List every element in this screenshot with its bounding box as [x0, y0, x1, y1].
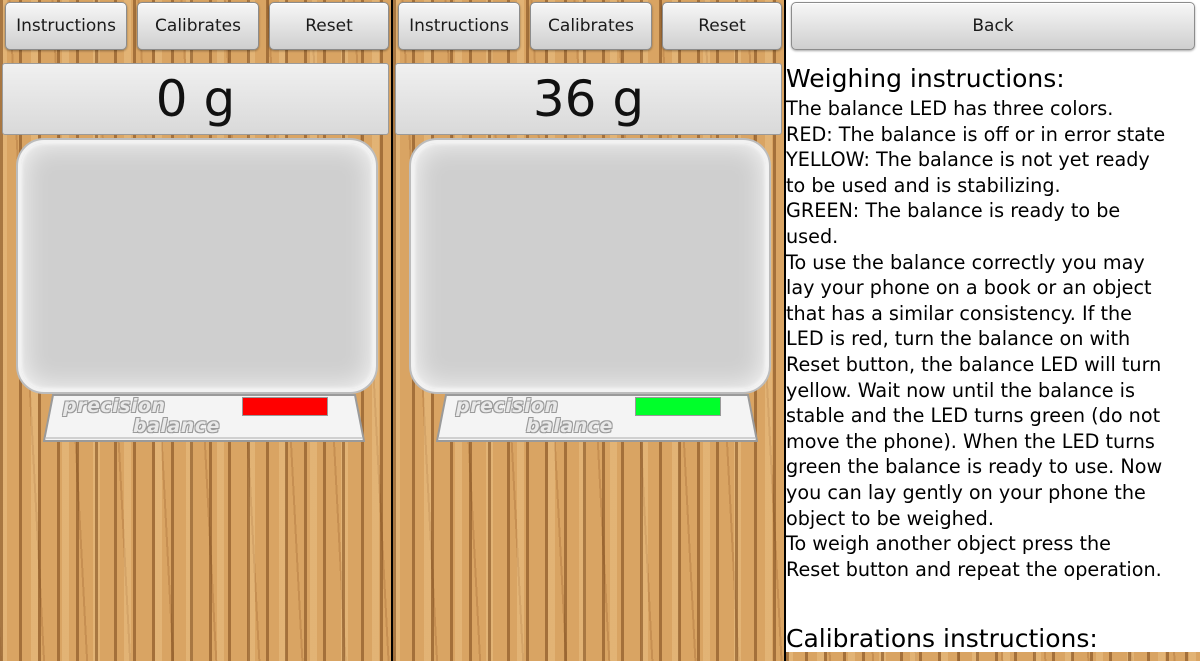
calibrates-button[interactable]: Calibrates	[530, 2, 652, 50]
instruction-line: The balance LED has three colors.	[786, 97, 1114, 120]
back-button[interactable]: Back	[791, 2, 1195, 50]
scale-screen-weighing: Instructions Calibrates Reset 36 g preci…	[393, 0, 784, 661]
status-led	[635, 397, 721, 416]
brand-text-line2: balance	[133, 415, 220, 437]
instruction-line: to be used and is stabilizing.	[786, 173, 1061, 197]
instructions-screen: Back Weighing instructions: The balance …	[786, 0, 1200, 661]
instruction-line: RED: The balance is off or in error stat…	[786, 122, 1166, 146]
brand-text-line1: precision	[456, 395, 559, 417]
instruction-line: GREEN: The balance is ready to be	[786, 199, 1121, 223]
instructions-button[interactable]: Instructions	[5, 2, 127, 50]
instruction-line: LED is red, turn the balance on with	[786, 327, 1131, 351]
reset-button[interactable]: Reset	[269, 2, 389, 50]
brand-text-line1: precision	[63, 395, 166, 417]
weighing-plate	[18, 140, 376, 392]
instruction-line: stable and the LED turns green (do not	[786, 404, 1161, 428]
instruction-line: used.	[786, 224, 839, 248]
weight-display: 0 g	[2, 63, 389, 135]
weighing-plate	[411, 140, 769, 392]
instruction-line: object to be weighed.	[786, 506, 994, 530]
instruction-line: green the balance is ready to use. Now	[786, 455, 1163, 479]
instructions-body: The balance LED has three colors. RED: Th…	[786, 96, 1200, 582]
weighing-instructions: Weighing instructions: The balance LED h…	[786, 62, 1200, 582]
instruction-line: that has a similar consistency. If the	[786, 301, 1132, 325]
scale-base: precision balance	[43, 394, 365, 442]
instruction-line: lay your phone on a book or an object	[786, 276, 1152, 300]
scale-base: precision balance	[436, 394, 758, 442]
calibration-heading: Calibrations instructions:	[786, 624, 1098, 653]
instruction-line: you can lay gently on your phone the	[786, 480, 1146, 504]
instruction-line: Reset button, the balance LED will turn	[786, 352, 1162, 376]
instruction-line: To use the balance correctly you may	[786, 250, 1145, 274]
instruction-line: move the phone). When the LED turns	[786, 429, 1155, 453]
calibrates-button[interactable]: Calibrates	[137, 2, 259, 50]
instruction-line: YELLOW: The balance is not yet ready	[786, 148, 1150, 172]
weight-value: 36 g	[532, 70, 645, 128]
reset-button[interactable]: Reset	[662, 2, 782, 50]
weight-value: 0 g	[155, 70, 236, 128]
scale-screen-zero: Instructions Calibrates Reset 0 g precis…	[0, 0, 391, 661]
instructions-heading: Weighing instructions:	[786, 64, 1065, 93]
instructions-button[interactable]: Instructions	[398, 2, 520, 50]
status-led	[242, 397, 328, 416]
instruction-line: yellow. Wait now until the balance is	[786, 378, 1135, 402]
instruction-line: To weigh another object press the	[786, 532, 1111, 556]
wood-strip	[786, 652, 1200, 661]
weight-display: 36 g	[395, 63, 782, 135]
brand-text-line2: balance	[526, 415, 613, 437]
instruction-line: Reset button and repeat the operation.	[786, 557, 1162, 581]
